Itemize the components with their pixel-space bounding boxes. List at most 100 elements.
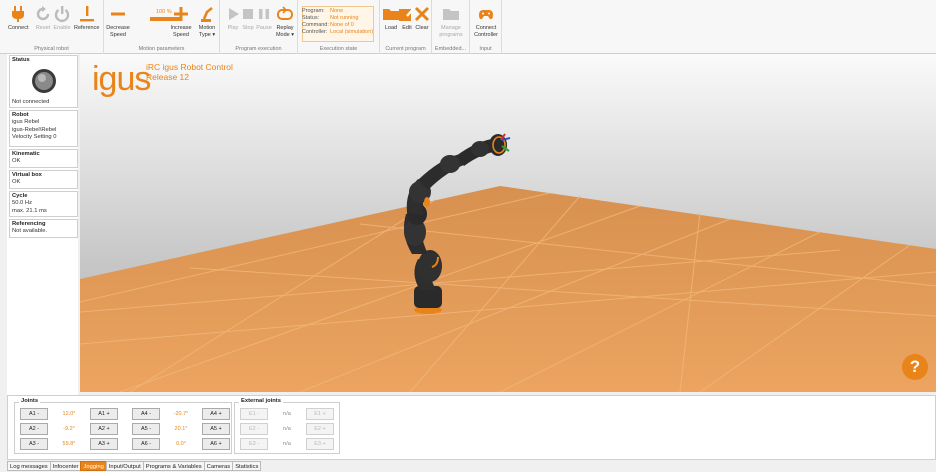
jog-a5-plus-button[interactable]: A5 +: [202, 423, 230, 435]
replay-icon: [277, 6, 293, 20]
cycle-line: 50.0 Hz: [12, 200, 32, 206]
group-input: Connect Controller Input: [470, 0, 502, 54]
group-physical-robot: Connect Reset Enable Reference Physical …: [0, 0, 104, 54]
cycle-line: max. 21.1 ms: [12, 207, 47, 214]
reference-label: Reference: [74, 25, 100, 31]
group-embedded: Manage programs Embedded...: [432, 0, 470, 54]
robot-line: igus Rebel: [12, 119, 40, 125]
power-icon: [54, 6, 70, 22]
minus-icon: [111, 12, 125, 16]
jog-e3-minus-button[interactable]: E3 -: [240, 438, 268, 450]
connect-controller-button[interactable]: Connect Controller: [472, 5, 500, 38]
jog-e2-minus-button[interactable]: E2 -: [240, 423, 268, 435]
bottom-tab-bar: Log messages Infocenter Jogging Input/Outpu…: [7, 461, 262, 472]
tab-input-output[interactable]: Input/Output: [105, 461, 144, 471]
manage-programs-button[interactable]: Manage programs: [436, 5, 466, 38]
cycle-box: Cycle 50.0 Hz max. 21.1 ms: [9, 191, 78, 217]
scene-canvas: [80, 54, 936, 392]
joint-a5-value: 20.1°: [174, 426, 188, 432]
robot-title: Robot: [12, 112, 29, 118]
tab-programs-variables[interactable]: Programs & Variables: [142, 461, 205, 471]
jog-e1-minus-button[interactable]: E1 -: [240, 408, 268, 420]
joints-title: Joints: [19, 398, 41, 404]
jog-a4-plus-button[interactable]: A4 +: [202, 408, 230, 420]
enable-label: Enable: [53, 25, 71, 31]
stop-label: Stop: [242, 25, 254, 31]
tab-jogging[interactable]: Jogging: [80, 461, 107, 471]
increase-speed-label: Increase Speed: [170, 25, 192, 38]
external-joints-title: External joints: [239, 398, 283, 404]
jog-a6-minus-button[interactable]: A6 -: [132, 438, 160, 450]
replay-mode-label: Replay Mode ▾: [275, 25, 295, 38]
group-label-execution-state: Execution state: [319, 46, 358, 52]
jog-a6-plus-button[interactable]: A6 +: [202, 438, 230, 450]
kinematic-value: OK: [12, 158, 21, 164]
group-program-execution: Play Stop Pause Replay Mode ▾ Program ex…: [220, 0, 298, 54]
reset-icon: [36, 6, 50, 21]
load-label: Load: [384, 25, 398, 31]
help-button[interactable]: ?: [902, 354, 928, 380]
reset-button[interactable]: Reset: [34, 5, 52, 32]
jog-a1-plus-button[interactable]: A1 +: [90, 408, 118, 420]
exec-row-controller: Controller: Local (simulation): [302, 29, 374, 35]
jog-a3-plus-button[interactable]: A3 +: [90, 438, 118, 450]
folder-icon: [443, 9, 459, 20]
tab-cameras[interactable]: Cameras: [203, 461, 234, 471]
joint-a3-value: 59.8°: [62, 441, 76, 447]
jog-a2-plus-button[interactable]: A2 +: [90, 423, 118, 435]
group-label-physical-robot: Physical robot: [34, 46, 69, 52]
reference-button[interactable]: Reference: [74, 5, 99, 32]
decrease-speed-button[interactable]: Decrease Speed: [106, 5, 130, 38]
ribbon-toolbar: Connect Reset Enable Reference Physical …: [0, 0, 936, 54]
jog-a3-minus-button[interactable]: A3 -: [20, 438, 48, 450]
jog-e2-plus-button[interactable]: E2 +: [306, 423, 334, 435]
tab-log-messages[interactable]: Log messages: [7, 461, 51, 471]
plus-icon: [174, 7, 188, 21]
referencing-value: Not available.: [12, 228, 48, 234]
exec-row-program: Program: None: [302, 8, 344, 14]
referencing-box: Referencing Not available.: [9, 219, 78, 238]
connection-indicator-icon: [32, 69, 56, 93]
robot-3d-viewport[interactable]: igus iRC igus Robot Control Release 12 ?: [80, 54, 936, 392]
exec-row-status: Status: Not running: [302, 15, 359, 21]
jog-e3-plus-button[interactable]: E3 +: [306, 438, 334, 450]
decrease-speed-label: Decrease Speed: [106, 25, 130, 38]
virtual-box-box: Virtual box OK: [9, 170, 78, 189]
robot-line: igus-Rebel\Rebel: [12, 126, 57, 133]
igus-logo: igus: [92, 60, 151, 98]
tab-statistics[interactable]: Statistics: [232, 461, 262, 471]
jogging-panel: Joints External joints A1 - 12.0° A1 + A…: [7, 395, 936, 460]
jog-a5-minus-button[interactable]: A5 -: [132, 423, 160, 435]
joint-a4-value: -20.7°: [173, 411, 189, 417]
gamepad-icon: [479, 10, 493, 20]
plug-icon: [12, 6, 25, 22]
group-current-program: Load Edit Clear Current program: [380, 0, 432, 54]
robot-arm-icon: [201, 6, 213, 22]
jog-a2-minus-button[interactable]: A2 -: [20, 423, 48, 435]
motion-type-button[interactable]: Motion Type ▾: [196, 5, 218, 38]
connect-controller-label: Connect Controller: [474, 25, 498, 38]
tab-infocenter[interactable]: Infocenter: [49, 461, 82, 471]
exec-row-command: Command:None of 0: [302, 22, 354, 28]
cycle-title: Cycle: [12, 193, 28, 199]
enable-button[interactable]: Enable: [53, 5, 71, 32]
motion-type-label: Motion Type ▾: [198, 25, 216, 38]
group-motion-parameters: Decrease Speed 100 % Increase Speed Moti…: [104, 0, 220, 54]
status-title: Status: [12, 57, 30, 63]
increase-speed-button[interactable]: Increase Speed: [170, 5, 192, 38]
connect-button[interactable]: Connect: [8, 5, 29, 32]
pause-button[interactable]: Pause: [255, 5, 273, 32]
jog-a4-minus-button[interactable]: A4 -: [132, 408, 160, 420]
robot-box: Robot igus Rebel igus-Rebel\Rebel Veloci…: [9, 110, 78, 147]
reset-label: Reset: [35, 25, 51, 31]
clear-label: Clear: [415, 25, 429, 31]
group-label-program-execution: Program execution: [235, 46, 282, 52]
joint-a1-value: 12.0°: [62, 411, 76, 417]
virtual-box-value: OK: [12, 179, 21, 185]
jog-e1-plus-button[interactable]: E1 +: [306, 408, 334, 420]
play-label: Play: [227, 25, 239, 31]
jog-a1-minus-button[interactable]: A1 -: [20, 408, 48, 420]
clear-button[interactable]: Clear: [413, 5, 431, 32]
replay-mode-button[interactable]: Replay Mode ▾: [274, 5, 296, 38]
kinematic-title: Kinematic: [12, 151, 40, 157]
